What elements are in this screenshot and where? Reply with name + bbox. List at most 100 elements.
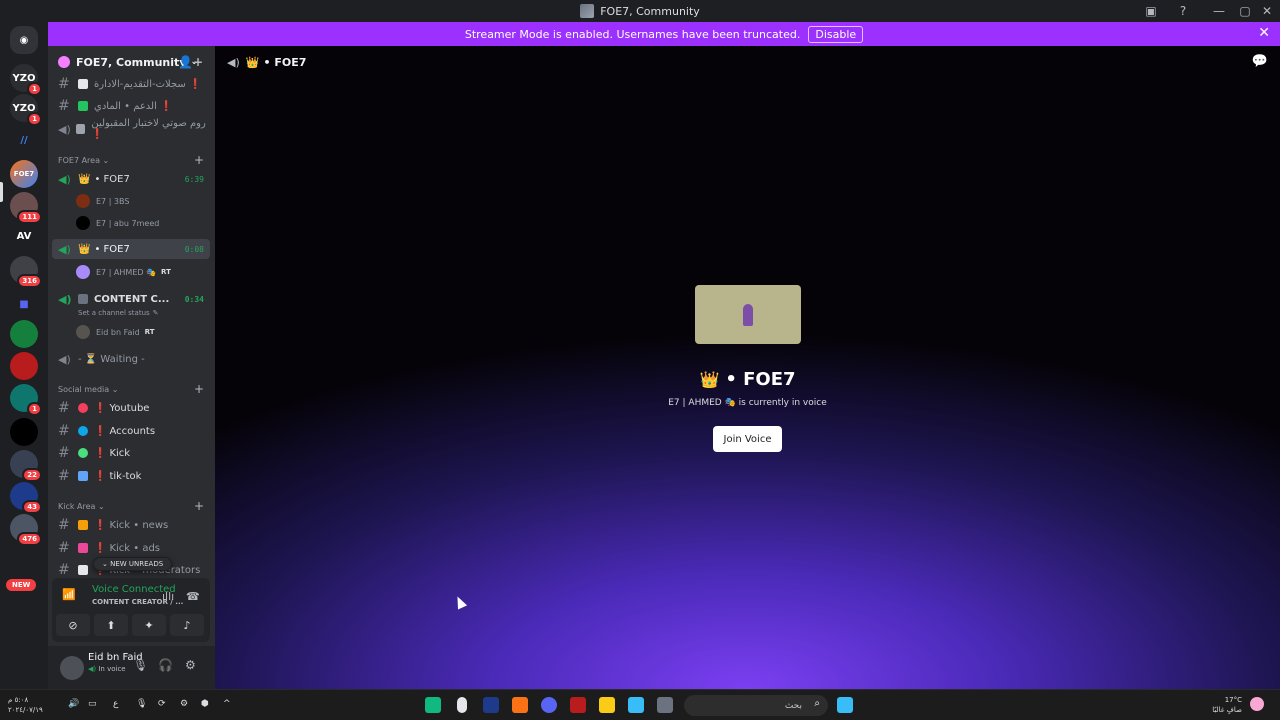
network-tray-icon[interactable]: ▭ [88, 699, 97, 709]
steam-icon[interactable] [483, 697, 499, 713]
channel-label: Kick • news [109, 519, 169, 531]
voice-member[interactable]: Eid bn Faid RT [76, 322, 155, 342]
headphones-icon[interactable]: 🎧 [158, 658, 173, 672]
app-icon [580, 4, 595, 18]
server-icon[interactable] [10, 352, 38, 380]
voice-member[interactable]: E7 | AHMED 🎭 RT [76, 262, 171, 282]
screen-share-icon[interactable]: ▣ [1140, 0, 1162, 22]
invite-user-icon[interactable]: 👤+ [178, 55, 203, 69]
server-icon[interactable]: // [10, 126, 38, 154]
voice-channel-item-selected[interactable]: ◀) 👑 • FOE7 0:08 [52, 239, 210, 259]
minimize-button[interactable]: — [1208, 0, 1230, 22]
signal-icon[interactable]: 📶 [62, 588, 76, 601]
sync-tray-icon[interactable]: ⟳ [158, 699, 166, 709]
server-icon[interactable]: 476 [10, 514, 42, 546]
microphone-icon[interactable]: 🎙 [133, 658, 148, 672]
discord-icon[interactable] [541, 697, 557, 713]
voice-subtitle: E7 | AHMED 🎭 is currently in voice [668, 398, 827, 408]
channel-status[interactable]: Set a channel status ✎ [78, 303, 159, 323]
add-channel-icon[interactable]: + [194, 153, 204, 167]
channel-item[interactable]: # ❗ Youtube [52, 398, 210, 418]
weather-widget[interactable]: 17°C صافٍ غالبًا [1212, 695, 1242, 715]
server-icon[interactable]: YZO 1 [10, 94, 42, 126]
hash-icon: # [58, 423, 70, 439]
brave-icon[interactable] [512, 697, 528, 713]
separator: ❗ [94, 519, 107, 531]
voice-connected-panel: 📶 Voice Connected CONTENT CREATOR / ... … [52, 578, 210, 642]
category-kick-area[interactable]: Kick Area ⌄ + [58, 499, 208, 513]
stream-preview[interactable] [695, 285, 801, 344]
channel-item[interactable]: # ❗ Accounts [52, 421, 210, 441]
category-foe7-area[interactable]: FOE7 Area ⌄ + [58, 153, 208, 167]
folder-icon[interactable]: ■ [10, 290, 38, 318]
voice-member[interactable]: E7 | abu 7meed [76, 213, 159, 233]
voice-channel-item[interactable]: ◀) 👑 • FOE7 6:39 [52, 169, 210, 189]
channel-item[interactable]: # ❗ tik-tok [52, 466, 210, 486]
chevron-up-icon[interactable]: ^ [223, 699, 231, 709]
file-explorer-icon[interactable] [599, 697, 615, 713]
server-icon[interactable]: YZO 1 [10, 64, 42, 96]
taskbar-mouse-icon[interactable] [457, 697, 467, 713]
server-icon[interactable] [10, 320, 38, 348]
channel-label: tik-tok [109, 470, 142, 482]
server-icon[interactable]: AV [10, 222, 38, 250]
maximize-button[interactable]: ▢ [1234, 0, 1256, 22]
channel-item[interactable]: # ❗ Kick • ads [52, 538, 210, 558]
screen-share-button[interactable]: ⬆ [94, 614, 128, 636]
channel-item[interactable]: # ❗ Kick [52, 443, 210, 463]
pencil-icon: ✎ [152, 309, 159, 317]
voice-member[interactable]: E7 | 3BS [76, 191, 129, 211]
vpn-tray-icon[interactable]: ⬢ [201, 699, 209, 709]
hash-icon: # [58, 517, 70, 533]
discord-home-icon[interactable]: ◉ [10, 26, 38, 54]
new-pill[interactable]: NEW [6, 579, 37, 591]
server-icon[interactable]: 43 [10, 482, 42, 514]
channel-item[interactable]: # سجلات-التقديم-الادارة ❗ [52, 74, 210, 94]
banner-close-icon[interactable]: ✕ [1258, 25, 1270, 41]
noise-suppression-icon[interactable]: ıllı [162, 590, 174, 603]
camera-off-button[interactable]: ⊘ [56, 614, 90, 636]
server-icon[interactable]: 111 [10, 192, 42, 224]
speaker-icon: ◀) [58, 122, 71, 136]
close-window-button[interactable]: ✕ [1256, 0, 1278, 22]
server-icon-foe7[interactable]: FOE7 [10, 160, 38, 188]
search-box[interactable]: بحث ⌕ [684, 695, 828, 716]
profile-icon[interactable] [1250, 697, 1264, 711]
category-social-media[interactable]: Social media ⌄ + [58, 382, 208, 396]
language-indicator[interactable]: ع [113, 699, 118, 709]
gear-icon[interactable]: ⚙ [185, 658, 196, 672]
add-channel-icon[interactable]: + [194, 382, 204, 396]
help-icon[interactable]: ? [1172, 0, 1194, 22]
tiktok-icon [78, 471, 88, 481]
soundboard-button[interactable]: ♪ [170, 614, 204, 636]
category-label: FOE7 Area [58, 156, 100, 165]
channel-item[interactable]: # الدعم • المادي ❗ [52, 96, 210, 116]
server-icon[interactable]: 22 [10, 450, 42, 482]
add-channel-icon[interactable]: + [194, 499, 204, 513]
join-voice-button[interactable]: Join Voice [713, 426, 782, 452]
store-icon[interactable] [628, 697, 644, 713]
taskbar-app-icon[interactable] [570, 697, 586, 713]
microphone-tray-icon[interactable]: 🎙 [136, 699, 147, 709]
steam-tray-icon[interactable]: ⚙ [180, 699, 188, 709]
taskview-icon[interactable] [657, 697, 673, 713]
channel-item[interactable]: # ❗ Kick • news [52, 515, 210, 535]
clock[interactable]: ٥:٠٨ م ٢٠٢٤/٠٧/١٩ [8, 695, 43, 715]
taskbar-app-icon[interactable] [425, 697, 441, 713]
activities-button[interactable]: ✦ [132, 614, 166, 636]
voice-channel-item[interactable]: ◀) - ⏳ Waiting - [52, 349, 210, 369]
speaker-icon: ◀) [58, 292, 72, 306]
chat-icon[interactable]: 💬 [1252, 54, 1268, 69]
server-icon[interactable] [10, 418, 38, 446]
new-unreads-pill[interactable]: ⌄ NEW UNREADS [93, 557, 173, 571]
crown-icon: 👑 [78, 173, 91, 185]
speaker-tray-icon[interactable]: 🔊 [68, 699, 79, 709]
voice-channel-item[interactable]: ◀) روم صوتي لاختبار المقبولين ❗ [52, 118, 210, 140]
start-windows-icon[interactable] [837, 697, 853, 713]
server-icon[interactable]: 316 [10, 256, 42, 288]
avatar[interactable] [60, 656, 84, 680]
header-title: • FOE7 [263, 55, 307, 69]
disconnect-icon[interactable]: ☎ [186, 590, 200, 603]
disable-button[interactable]: Disable [808, 25, 864, 43]
server-icon[interactable]: 1 [10, 384, 42, 416]
